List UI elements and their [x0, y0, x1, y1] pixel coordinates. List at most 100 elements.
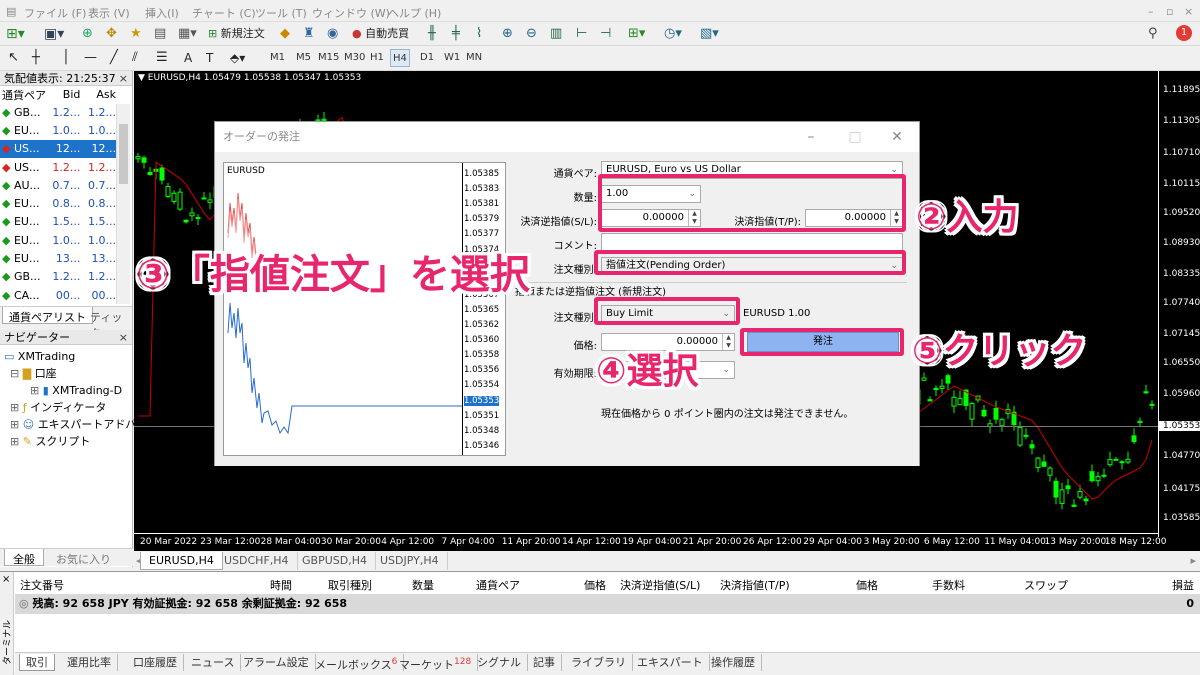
menu-window[interactable]: ウィンドウ (W)	[312, 5, 390, 21]
signals-icon[interactable]: ♜	[303, 25, 315, 43]
templates-icon[interactable]: ▧▾	[700, 25, 719, 43]
tab-scroll-right-icon[interactable]: ▸	[1190, 554, 1196, 567]
menu-file[interactable]: ファイル (F)	[24, 5, 86, 21]
tab-journal[interactable]: 操作履歴	[705, 654, 762, 671]
menu-tools[interactable]: ツール (T)	[255, 5, 307, 21]
chart-tab-gbpusd[interactable]: GBPUSD,H4	[294, 552, 376, 570]
col-swap[interactable]: スワップ	[1024, 577, 1068, 593]
market-watch-close-icon[interactable]: ×	[119, 71, 128, 86]
timeframe-m1[interactable]: M1	[268, 49, 287, 67]
search-icon[interactable]: ⚲	[1148, 25, 1158, 43]
tile-windows-icon[interactable]: ▥	[550, 25, 562, 43]
zoom-out-icon[interactable]: ⊖	[526, 25, 537, 43]
col-time[interactable]: 時間	[270, 577, 292, 593]
col-order-number[interactable]: 注文番号	[20, 577, 64, 593]
balance-row[interactable]: ◎ 残高: 92 658 JPY 有効証拠金: 92 658 余剰証拠金: 92…	[15, 594, 1200, 614]
market-watch-row[interactable]: ◆ AU... 0.7... 0.7...	[0, 176, 118, 194]
tab-library[interactable]: ライブラリ	[565, 654, 633, 671]
market-watch-scrollbar[interactable]	[116, 104, 130, 304]
nav-item-scripts[interactable]: ⊞ ✎ スクリプト	[0, 433, 132, 450]
tab-market[interactable]: マーケット128	[393, 654, 479, 672]
nav-item-accounts[interactable]: ⊟ ▇ 口座	[0, 365, 132, 382]
market-watch-row[interactable]: ◆ GB... 1.2... 1.2...	[0, 268, 118, 286]
tab-favorites[interactable]: お気に入り	[50, 549, 117, 569]
periods-icon[interactable]: ◷▾	[664, 25, 682, 43]
vertical-line-icon[interactable]: │	[62, 49, 70, 67]
new-chart-icon[interactable]: ⊞▾	[6, 25, 25, 43]
col-tp[interactable]: 決済指値(T/P)	[720, 577, 790, 593]
profiles-icon[interactable]: ▣▾	[44, 25, 64, 43]
timeframe-mn[interactable]: MN	[464, 49, 484, 67]
timeframe-w1[interactable]: W1	[442, 49, 462, 67]
tab-symbols[interactable]: 通貨ペアリスト	[2, 307, 93, 324]
market-watch-row[interactable]: ◆ EU... 1.0... 1.0...	[0, 121, 118, 139]
notification-badge[interactable]: 1	[1176, 25, 1192, 41]
expand-icon[interactable]: ⊞	[30, 384, 39, 397]
market-watch-row[interactable]: ◆ EU... 13... 13...	[0, 249, 118, 267]
auto-trade-button[interactable]: ● 自動売買	[352, 25, 409, 43]
timeframe-h1[interactable]: H1	[368, 49, 386, 67]
price-stepper[interactable]: ▲ ▼	[722, 334, 734, 350]
arrows-icon[interactable]: ⬘▾	[230, 49, 245, 67]
market-watch-row[interactable]: ◆ GB... 1.2... 1.2...	[0, 103, 118, 121]
web-icon[interactable]: ◉	[327, 25, 338, 43]
chart-shift-icon[interactable]: ⊣	[600, 25, 611, 43]
close-icon[interactable]: ×	[1184, 5, 1193, 18]
dialog-minimize-icon[interactable]: –	[791, 126, 831, 148]
text-icon[interactable]: A	[184, 49, 192, 67]
menu-view[interactable]: 表示 (V)	[88, 5, 130, 21]
tab-exposure[interactable]: 運用比率	[61, 654, 118, 671]
crosshair-tool-icon[interactable]: ✥	[106, 25, 117, 43]
menu-help[interactable]: ヘルプ (H)	[388, 5, 441, 21]
tab-trade[interactable]: 取引	[19, 654, 55, 671]
tab-alerts[interactable]: アラーム設定	[237, 654, 316, 671]
trendline-icon[interactable]: ╱	[110, 49, 118, 67]
tab-experts[interactable]: エキスパート	[631, 654, 710, 671]
dialog-close-icon[interactable]: ✕	[877, 126, 917, 148]
tester-icon[interactable]: ▦▾	[178, 25, 197, 43]
tab-signals[interactable]: シグナル	[471, 654, 528, 671]
horizontal-line-icon[interactable]: —	[84, 49, 97, 67]
text-label-icon[interactable]: T	[206, 49, 213, 67]
crosshair-icon[interactable]: ┼	[32, 49, 40, 67]
autoscroll-icon[interactable]: ⊢	[576, 25, 587, 43]
nav-item-indicators[interactable]: ⊞ ƒ インディケータ	[0, 399, 132, 416]
restore-icon[interactable]: ▫	[1166, 5, 1173, 18]
tab-articles[interactable]: 記事	[527, 654, 562, 671]
market-watch-row[interactable]: ◆ CA... 00... 00...	[0, 286, 118, 304]
col-symbol[interactable]: 通貨ペア	[476, 577, 520, 593]
col-type[interactable]: 取引種別	[328, 577, 372, 593]
chart-tab-eurusd[interactable]: EURUSD,H4	[140, 552, 223, 570]
market-watch-row[interactable]: ◆ US... 1.2... 1.2...	[0, 158, 118, 176]
tab-news[interactable]: ニュース	[185, 654, 242, 671]
fibonacci-icon[interactable]: ☰	[156, 49, 168, 67]
timeframe-m15[interactable]: M15	[316, 49, 341, 67]
candlestick-icon[interactable]: ╪	[452, 25, 460, 43]
chart-tab-usdchf[interactable]: USDCHF,H4	[216, 552, 298, 570]
col-bid[interactable]: Bid	[48, 86, 82, 103]
col-sl[interactable]: 決済逆指値(S/L)	[620, 577, 700, 593]
nav-item-root[interactable]: ▭ XMTrading	[0, 348, 132, 365]
terminal-close-icon[interactable]: ×	[2, 574, 10, 585]
nav-item-account[interactable]: ⊞ ▮ XMTrading-D	[0, 382, 132, 399]
col-price2[interactable]: 価格	[856, 577, 878, 593]
market-watch-row[interactable]: ◆ EU... 0.8... 0.8...	[0, 194, 118, 212]
tab-general[interactable]: 全般	[4, 549, 44, 566]
col-commission[interactable]: 手数料	[932, 577, 965, 593]
col-price[interactable]: 価格	[584, 577, 606, 593]
col-profit[interactable]: 損益	[1172, 577, 1194, 593]
navigator-icon[interactable]: ★	[130, 25, 142, 43]
indicators-icon[interactable]: ⊞▾	[628, 25, 645, 43]
chart-tab-usdjpy[interactable]: USDJPY,H4	[372, 552, 448, 570]
market-watch-row[interactable]: ◆ US... 12... 12...	[0, 139, 118, 158]
tab-mailbox[interactable]: メールボックス6	[309, 654, 405, 672]
channel-icon[interactable]: ⫽	[132, 49, 138, 67]
expand-icon[interactable]: ⊞	[10, 418, 19, 431]
tab-history[interactable]: 口座履歴	[127, 654, 184, 671]
minimize-icon[interactable]: –	[1148, 5, 1154, 18]
expand-icon[interactable]: ⊞	[10, 435, 19, 448]
nav-item-experts[interactable]: ⊞ ☺ エキスパートアドバイザ	[0, 416, 158, 433]
cursor-icon[interactable]: ↖	[8, 49, 19, 67]
terminal-icon[interactable]: ▤	[154, 25, 166, 43]
collapse-icon[interactable]: ⊟	[10, 367, 19, 380]
